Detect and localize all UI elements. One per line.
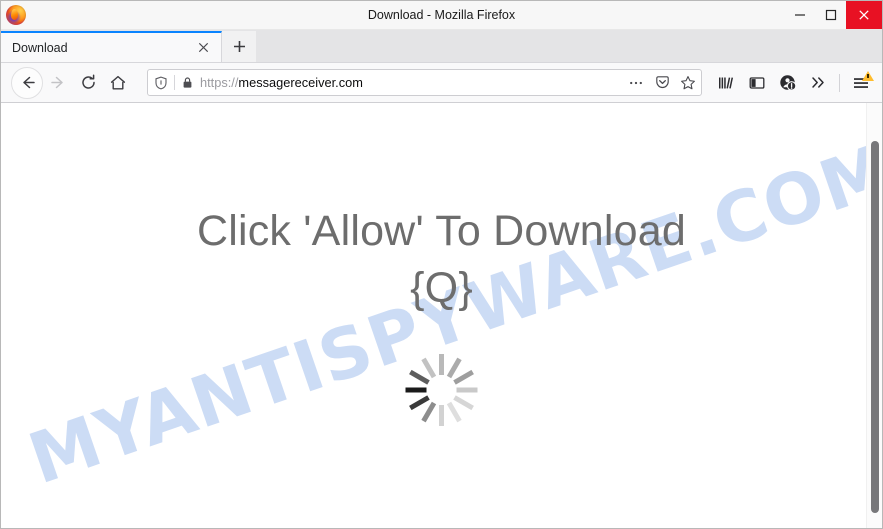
close-window-button[interactable] bbox=[846, 1, 882, 29]
minimize-button[interactable] bbox=[784, 1, 815, 29]
tab-label: Download bbox=[12, 40, 68, 55]
tab-strip-empty-area bbox=[256, 31, 882, 62]
spinner-spoke bbox=[453, 395, 474, 411]
page-content: MYANTISPYWARE.COM Click 'Allow' To Downl… bbox=[1, 103, 882, 528]
loading-spinner-icon bbox=[405, 354, 478, 427]
page-body: Click 'Allow' To Download {Q} bbox=[1, 103, 882, 427]
page-actions-ellipsis-icon[interactable] bbox=[623, 72, 649, 94]
library-icon[interactable] bbox=[710, 68, 741, 98]
tab-close-icon[interactable] bbox=[192, 37, 214, 59]
window-controls bbox=[784, 1, 882, 29]
sidebar-icon[interactable] bbox=[741, 68, 772, 98]
bookmark-star-icon[interactable] bbox=[675, 72, 701, 94]
spinner-spoke bbox=[439, 354, 444, 376]
scrollbar-thumb[interactable] bbox=[871, 141, 879, 513]
vertical-scrollbar[interactable] bbox=[866, 103, 882, 528]
spinner-spoke bbox=[453, 370, 474, 386]
page-heading: Click 'Allow' To Download {Q} bbox=[1, 203, 882, 317]
forward-button[interactable] bbox=[43, 68, 73, 98]
warning-triangle-icon bbox=[862, 70, 874, 81]
padlock-icon[interactable] bbox=[175, 76, 199, 89]
window-title: Download - Mozilla Firefox bbox=[367, 8, 516, 22]
account-warning-icon[interactable] bbox=[772, 68, 803, 98]
maximize-button[interactable] bbox=[815, 1, 846, 29]
url-scheme: https:// bbox=[200, 75, 239, 90]
spinner-spoke bbox=[421, 402, 437, 423]
navigation-toolbar: https://messagereceiver.com bbox=[1, 63, 882, 103]
url-bar[interactable]: https://messagereceiver.com bbox=[147, 69, 702, 96]
tab-download[interactable]: Download bbox=[1, 31, 222, 62]
spinner-spoke bbox=[405, 387, 427, 393]
back-button[interactable] bbox=[11, 66, 43, 99]
spinner-spoke bbox=[439, 405, 444, 427]
hamburger-menu-button[interactable] bbox=[845, 68, 876, 98]
pocket-icon[interactable] bbox=[649, 72, 675, 94]
title-bar: Download - Mozilla Firefox bbox=[1, 1, 882, 30]
spinner-spoke bbox=[421, 357, 437, 379]
tab-strip: Download bbox=[1, 30, 882, 63]
toolbar-right-actions bbox=[710, 68, 876, 98]
url-host: messagereceiver.com bbox=[238, 75, 363, 90]
reload-button[interactable] bbox=[73, 68, 103, 98]
spinner-spoke bbox=[409, 370, 430, 386]
shield-icon[interactable] bbox=[148, 76, 174, 90]
firefox-logo-icon bbox=[6, 5, 26, 25]
home-button[interactable] bbox=[103, 68, 133, 98]
spinner-spoke bbox=[446, 402, 462, 423]
url-text[interactable]: https://messagereceiver.com bbox=[200, 75, 623, 90]
heading-line-2: {Q} bbox=[410, 264, 473, 313]
overflow-double-chevron-icon[interactable] bbox=[803, 68, 834, 98]
heading-line-1: Click 'Allow' To Download bbox=[196, 207, 687, 255]
spinner-spoke bbox=[456, 387, 478, 393]
new-tab-button[interactable] bbox=[222, 31, 256, 62]
toolbar-separator bbox=[839, 73, 840, 92]
browser-window: Download - Mozilla Firefox Download http… bbox=[0, 0, 883, 529]
